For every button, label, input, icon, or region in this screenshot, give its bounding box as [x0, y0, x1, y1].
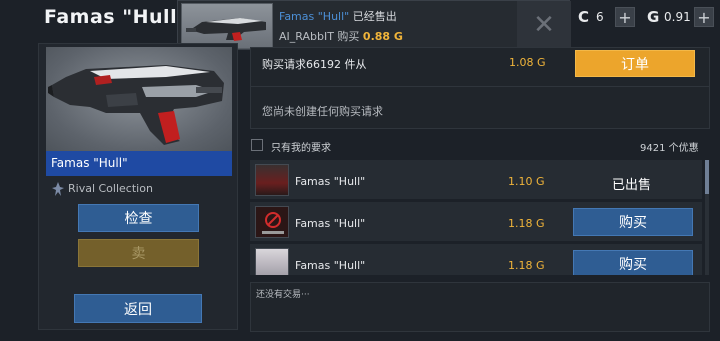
notification-bought-text: 购买 — [337, 30, 360, 43]
no-requests-text: 您尚未创建任何购买请求 — [262, 105, 383, 118]
sell-button[interactable]: 卖 — [78, 239, 199, 267]
listing-price: 1.18 G — [508, 259, 545, 272]
add-gold-button[interactable]: + — [694, 7, 714, 27]
notification-detail: AI_RAbbIT 购买 0.88 G — [279, 28, 403, 44]
collection-icon — [52, 181, 64, 196]
notification-price: 0.88 G — [362, 30, 403, 43]
listings-list[interactable]: Famas "Hull" 1.10 G 已出售 Famas "Hull" 1.1… — [250, 160, 710, 275]
notification-item-link[interactable]: Famas "Hull" — [279, 10, 349, 23]
seller-avatar — [255, 206, 289, 238]
listing-name: Famas "Hull" — [295, 175, 366, 188]
gold-icon: G — [647, 8, 660, 26]
seller-avatar — [255, 164, 289, 196]
offer-count: 9421 个优惠 — [640, 143, 699, 154]
listing-price: 1.18 G — [508, 217, 545, 230]
listing-row: Famas "Hull" 1.18 G 购买 — [250, 202, 702, 242]
back-button[interactable]: 返回 — [74, 294, 202, 323]
page-title: Famas "Hull" — [44, 6, 188, 28]
notification-title: Famas "Hull" 已经售出 — [279, 8, 397, 24]
seller-avatar — [255, 248, 289, 275]
mine-only-label[interactable]: 只有我的要求 — [271, 139, 331, 154]
buy-requests-price: 1.08 G — [509, 56, 546, 69]
gold-value: 0.91 — [664, 10, 691, 24]
listing-row: Famas "Hull" 1.10 G 已出售 — [250, 160, 702, 200]
trades-panel — [250, 282, 710, 332]
collection-name[interactable]: Rival Collection — [68, 182, 153, 195]
mine-only-checkbox[interactable] — [251, 139, 263, 151]
scrollbar-thumb[interactable] — [705, 160, 709, 194]
no-trades-text: 还没有交易··· — [256, 290, 310, 300]
order-button[interactable]: 订单 — [575, 50, 695, 77]
listing-price: 1.10 G — [508, 175, 545, 188]
item-image — [46, 47, 232, 151]
buy-requests-label: 购买请求66192 件从 — [262, 58, 367, 71]
listing-name: Famas "Hull" — [295, 217, 366, 230]
listing-row: Famas "Hull" 1.18 G 购买 — [250, 244, 702, 275]
credits-icon: C — [578, 8, 590, 26]
buy-button[interactable]: 购买 — [573, 208, 693, 236]
credits-value: 6 — [596, 10, 604, 24]
notification-sold-text: 已经售出 — [352, 10, 397, 23]
notification-buyer: AI_RAbbIT — [279, 30, 334, 43]
listing-sold-status: 已出售 — [612, 178, 652, 193]
buy-button[interactable]: 购买 — [573, 250, 693, 275]
item-name: Famas "Hull" — [46, 151, 232, 176]
listing-name: Famas "Hull" — [295, 259, 366, 272]
close-icon[interactable]: ✕ — [517, 1, 571, 49]
divider — [250, 86, 710, 87]
inspect-button[interactable]: 检查 — [78, 204, 199, 232]
add-credits-button[interactable]: + — [615, 7, 635, 27]
